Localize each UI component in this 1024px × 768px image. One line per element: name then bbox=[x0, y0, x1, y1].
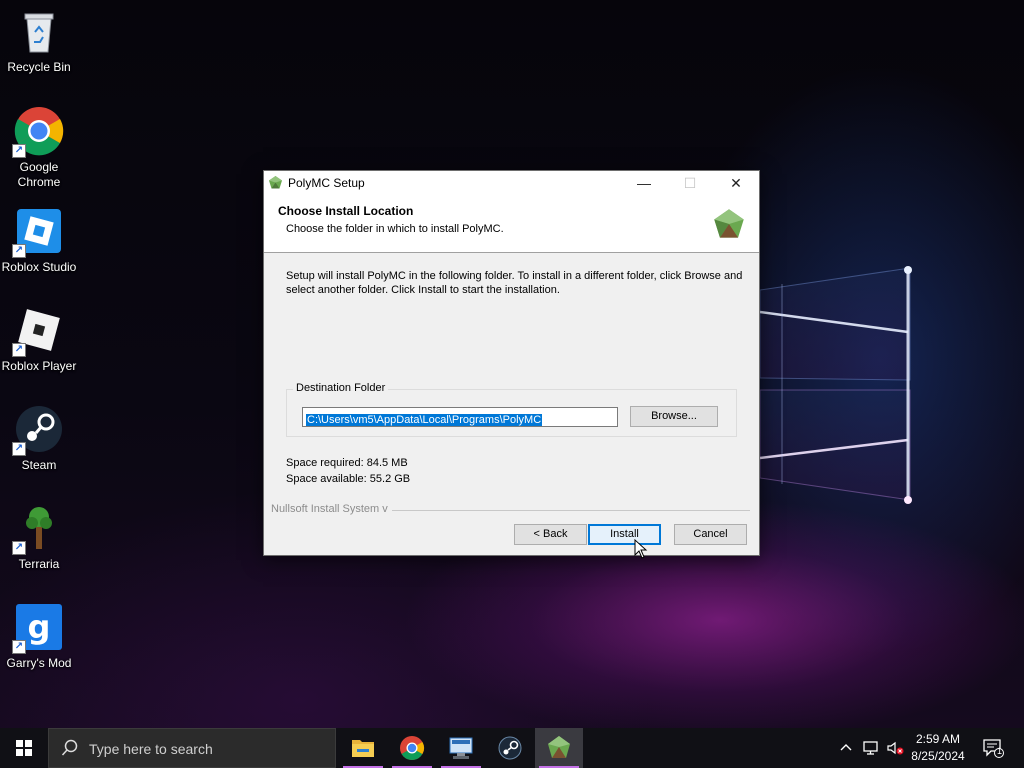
nsis-branding: Nullsoft Install System v bbox=[271, 503, 388, 515]
window-title: PolyMC Setup bbox=[288, 176, 365, 190]
destination-folder-group: Destination Folder C:\Users\vm5\AppData\… bbox=[286, 382, 737, 437]
destination-folder-label: Destination Folder bbox=[293, 382, 389, 394]
polymc-icon bbox=[269, 176, 282, 189]
destination-path-value: C:\Users\vm5\AppData\Local\Programs\Poly… bbox=[306, 414, 543, 426]
mouse-cursor-icon bbox=[634, 539, 648, 559]
space-required-text: Space required: 84.5 MB bbox=[286, 457, 408, 469]
steam-icon bbox=[498, 736, 522, 760]
polymc-icon bbox=[548, 736, 570, 758]
desktop-icon-label: Garry's Mod bbox=[6, 656, 72, 670]
network-status-icon[interactable] bbox=[862, 740, 880, 756]
shortcut-arrow-icon: ↗ bbox=[12, 541, 26, 555]
chrome-icon bbox=[400, 736, 425, 761]
install-button[interactable]: Install bbox=[588, 524, 661, 545]
back-button[interactable]: < Back bbox=[514, 524, 587, 545]
desktop-icon-label: Terraria bbox=[18, 557, 60, 571]
title-bar[interactable]: PolyMC Setup — ☐ ✕ bbox=[264, 171, 759, 195]
clock-date: 8/25/2024 bbox=[911, 749, 965, 763]
desktop-icon-recycle-bin[interactable]: Recycle Bin bbox=[0, 6, 78, 75]
chevron-up-icon[interactable] bbox=[838, 740, 854, 756]
windows-start-icon bbox=[16, 740, 32, 756]
desktop-icon-terraria[interactable]: ↗ Terraria bbox=[0, 503, 78, 572]
footer-divider bbox=[392, 510, 750, 511]
install-description: Setup will install PolyMC in the followi… bbox=[286, 270, 743, 296]
taskbar-network-app[interactable] bbox=[437, 728, 485, 768]
notification-count: 1 bbox=[996, 746, 1002, 756]
taskbar-steam[interactable] bbox=[486, 728, 534, 768]
desktop-icon-label: Recycle Bin bbox=[7, 60, 71, 74]
shortcut-arrow-icon: ↗ bbox=[12, 343, 26, 357]
svg-text:g: g bbox=[28, 608, 51, 646]
taskbar-polymc-setup[interactable] bbox=[535, 728, 583, 768]
shortcut-arrow-icon: ↗ bbox=[12, 442, 26, 456]
space-available-text: Space available: 55.2 GB bbox=[286, 473, 411, 485]
close-button[interactable]: ✕ bbox=[713, 171, 759, 195]
page-title: Choose Install Location bbox=[278, 204, 414, 218]
page-subtitle: Choose the folder in which to install Po… bbox=[286, 223, 504, 235]
dialog-header: Choose Install Location Choose the folde… bbox=[264, 195, 759, 253]
desktop-icon-label: Steam bbox=[21, 458, 57, 472]
polymc-setup-dialog: PolyMC Setup — ☐ ✕ Choose Install Locati… bbox=[263, 170, 760, 556]
taskbar-chrome[interactable] bbox=[388, 728, 436, 768]
desktop-icon-steam[interactable]: ↗ Steam bbox=[0, 404, 78, 473]
recycle-bin-icon bbox=[24, 13, 54, 53]
desktop-icon-roblox-studio[interactable]: ↗ Roblox Studio bbox=[0, 206, 78, 275]
desktop-icon-label: Roblox Player bbox=[1, 359, 77, 373]
maximize-button: ☐ bbox=[683, 175, 697, 191]
file-explorer-icon bbox=[352, 740, 374, 757]
shortcut-arrow-icon: ↗ bbox=[12, 640, 26, 654]
shortcut-arrow-icon: ↗ bbox=[12, 144, 26, 158]
shortcut-arrow-icon: ↗ bbox=[12, 244, 26, 258]
polymc-logo-icon bbox=[714, 209, 744, 238]
notification-center-button[interactable]: 1 bbox=[982, 738, 1004, 763]
destination-path-input[interactable]: C:\Users\vm5\AppData\Local\Programs\Poly… bbox=[302, 407, 618, 427]
clock-time: 2:59 AM bbox=[915, 732, 961, 746]
desktop-icon-chrome[interactable]: ↗ Google Chrome bbox=[0, 106, 78, 190]
cancel-button[interactable]: Cancel bbox=[674, 524, 747, 545]
desktop-icon-roblox-player[interactable]: ↗ Roblox Player bbox=[0, 305, 78, 374]
taskbar-search-box[interactable]: Type here to search bbox=[48, 728, 336, 768]
taskbar: Type here to search 2:59 AM 8/25/2024 1 bbox=[0, 728, 1024, 768]
desktop-icon-label: Google Chrome bbox=[17, 160, 61, 189]
desktop-icon-garrys-mod[interactable]: g ↗ Garry's Mod bbox=[0, 602, 78, 671]
network-app-icon bbox=[449, 737, 473, 759]
search-placeholder: Type here to search bbox=[89, 741, 213, 757]
system-clock[interactable]: 2:59 AM 8/25/2024 bbox=[896, 731, 980, 765]
minimize-button[interactable]: — bbox=[621, 171, 667, 195]
taskbar-file-explorer[interactable] bbox=[339, 728, 387, 768]
desktop-icon-label: Roblox Studio bbox=[1, 260, 77, 274]
start-button[interactable] bbox=[0, 728, 48, 768]
search-icon bbox=[61, 739, 78, 756]
browse-button[interactable]: Browse... bbox=[630, 406, 718, 427]
